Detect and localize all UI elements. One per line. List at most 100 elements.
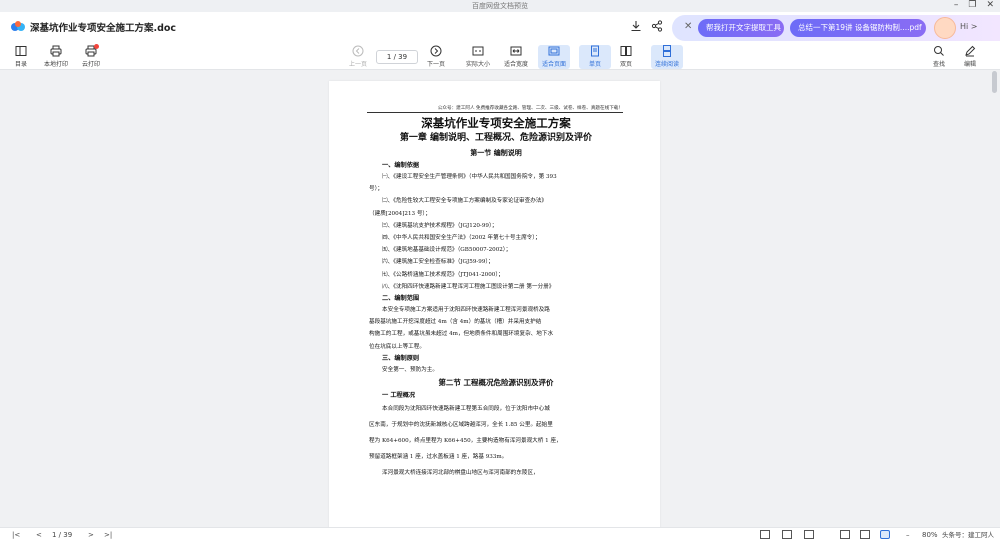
download-icon[interactable] — [630, 20, 642, 32]
paragraph-line: 浑河景观大桥连接浑河北部的棋盘山地区与浑河南部的东陵区， — [382, 470, 539, 477]
fit-width-label: 适合宽度 — [503, 61, 528, 68]
toc-button[interactable]: 目录 — [5, 45, 37, 69]
continuous-read-button[interactable]: 连续阅读 — [651, 45, 683, 69]
pencil-icon — [965, 45, 976, 57]
vertical-scrollbar[interactable] — [992, 71, 997, 93]
notification-dot — [94, 44, 99, 49]
double-page-icon — [620, 46, 632, 56]
document-viewport[interactable]: 公众号：建工阿人 免费推荐收藏各全路、管理、二次、三级、试卷、样卷、真题在线下载… — [0, 71, 1000, 527]
edit-label: 编辑 — [963, 61, 976, 68]
paragraph-line: 构施工的工程，或基坑虽未超过 4m，但地质条件和周围环境复杂、地下水 — [369, 331, 554, 338]
doc-main-title: 深基坑作业专项安全施工方案 — [421, 116, 571, 130]
single-page-button[interactable]: 单页 — [579, 45, 611, 69]
search-icon — [934, 46, 944, 56]
next-page-label: 下一页 — [426, 61, 445, 68]
double-view-icon[interactable] — [782, 530, 792, 539]
zoom-level: 80% — [922, 531, 938, 539]
ai-suggestion-summarize[interactable]: 总结一下第19讲 设备锯防构制....pdf — [790, 19, 926, 37]
prev-page-icon[interactable]: < — [36, 530, 42, 540]
edit-button[interactable]: 编辑 — [954, 45, 986, 69]
zoom-out-icon[interactable]: – — [906, 530, 910, 540]
baidu-netdisk-logo-icon — [11, 21, 25, 31]
paragraph-line: ㈧、《沈阳四环快速路新建工程浑河工程施工图设计第二册 第一分册》 — [382, 283, 555, 290]
restore-icon[interactable]: ❐ — [968, 0, 976, 12]
single-page-icon — [591, 45, 599, 57]
paragraph-line: 区东南，于规划中的沈抚新城核心区域跨越浑河，全长 1.85 公里。起始里 — [369, 422, 553, 429]
actual-view-icon[interactable] — [860, 530, 870, 539]
paragraph-line: 预留道路框架涵 1 座，过水盖板涵 1 座，路基 933m。 — [369, 454, 508, 461]
local-print-button[interactable]: 本地打印 — [40, 45, 72, 69]
sub-heading: 一 工程概况 — [382, 392, 416, 400]
chevron-right-icon — [430, 45, 442, 57]
page-header-note: 公众号：建工阿人 免费推荐收藏各全路、管理、二次、三级、试卷、样卷、真题在线下载… — [367, 105, 623, 113]
status-bar: |< < 1 / 39 > >| – 80% 头条号：建工阿人 — [0, 527, 1000, 541]
document-title: 深基坑作业专项安全施工方案.doc — [30, 23, 177, 34]
next-page-icon[interactable]: > — [88, 530, 94, 540]
document-page: 公众号：建工阿人 免费推荐收藏各全路、管理、二次、三级、试卷、样卷、真题在线下载… — [329, 81, 660, 527]
double-page-button[interactable]: 双页 — [610, 45, 642, 69]
share-icon[interactable] — [651, 20, 663, 32]
paragraph-line: 本安全专项施工方案适用于沈阳四环快速路新建工程浑河景观桥及路 — [382, 307, 550, 314]
ai-greeting[interactable]: Hi > — [960, 22, 977, 31]
first-page-icon[interactable]: |< — [12, 530, 20, 540]
title-row: 深基坑作业专项安全施工方案.doc ✕ 帮我打开文字提取工具 总结一下第19讲 … — [0, 12, 1000, 42]
sub-heading: 三、编制原则 — [382, 354, 420, 362]
ai-assistant-panel: ✕ 帮我打开文字提取工具 总结一下第19讲 设备锯防构制....pdf Hi > — [672, 15, 1000, 41]
paragraph-line: ㈤、《建筑地基基础设计规范》（GB50007-2002）； — [382, 247, 512, 254]
paragraph-line: （建质[2004]213 号）； — [369, 210, 431, 217]
document-body: 深基坑作业专项安全施工方案 第一章 编制说明、工程概况、危险源识别及评价 第一节… — [369, 115, 623, 481]
paragraph-line: ㈥、《建筑施工安全检查标准》（JGJ59-99）； — [382, 259, 494, 266]
toc-icon — [15, 46, 27, 56]
single-view-icon[interactable] — [760, 530, 770, 539]
toc-label: 目录 — [14, 61, 27, 68]
paragraph-line: ㈦、《公路桥涵施工技术规范》（JTJ041-2000）； — [382, 271, 504, 278]
page-number-input[interactable]: 1 / 39 — [376, 50, 418, 64]
fit-page-button[interactable]: 适合页面 — [538, 45, 570, 69]
fit-page-icon — [548, 46, 560, 56]
printer-icon — [50, 45, 62, 57]
cloud-print-button[interactable]: 云打印 — [75, 44, 107, 69]
actual-size-label: 实际大小 — [465, 61, 490, 68]
prev-page-label: 上一页 — [348, 61, 367, 68]
sub-heading: 一、编制依据 — [382, 162, 420, 169]
ai-suggestion-text-extract[interactable]: 帮我打开文字提取工具 — [698, 19, 784, 37]
window-controls: – ❐ ✕ — [954, 0, 994, 12]
close-window-icon[interactable]: ✕ — [986, 0, 994, 12]
double-page-label: 双页 — [619, 61, 632, 68]
next-page-button[interactable]: 下一页 — [420, 45, 452, 69]
window-caption: 百度网盘文档预览 – ❐ ✕ — [0, 0, 1000, 12]
window-caption-text: 百度网盘文档预览 — [472, 2, 528, 10]
status-page-indicator[interactable]: 1 / 39 — [52, 530, 72, 540]
ai-panel-close-icon[interactable]: ✕ — [684, 21, 692, 32]
last-page-icon[interactable]: >| — [104, 530, 112, 540]
find-label: 查找 — [932, 61, 945, 68]
cloud-print-label: 云打印 — [81, 61, 100, 68]
fit-page-label: 适合页面 — [541, 61, 566, 68]
paragraph-line: ㈡、《危险性较大工程安全专项施工方案编制及专家论证审查办法》 — [382, 198, 548, 205]
fit-width-icon — [510, 46, 522, 56]
actual-size-button[interactable]: 实际大小 — [462, 45, 494, 69]
minimize-icon[interactable]: – — [954, 0, 959, 12]
fit-width-button[interactable]: 适合宽度 — [500, 45, 532, 69]
find-button[interactable]: 查找 — [923, 45, 955, 69]
fit-page-view-icon[interactable] — [880, 530, 890, 539]
paragraph-line: ㈣、《中华人民共和国安全生产法》（2002 年第七十号主席令）； — [382, 235, 541, 242]
paragraph-line: 号）； — [369, 186, 383, 193]
toolbar: 目录 本地打印 云打印 上一页 1 / 39 下一页 实际大小 适合宽度 适合页… — [0, 42, 1000, 70]
local-print-label: 本地打印 — [43, 61, 68, 68]
paragraph-line: 程为 K64+600，终点里程为 K66+450，主要构造物有浑河景观大桥 1 … — [369, 438, 562, 445]
fit-width-view-icon[interactable] — [840, 530, 850, 539]
watermark-text: 头条号：建工阿人 — [942, 531, 994, 539]
chevron-left-icon — [352, 45, 364, 57]
section-heading: 第一节 编制说明 — [470, 148, 522, 157]
paragraph-line: 基段基坑施工开挖深度超过 4m（含 4m）的基坑（槽）并采用支护结 — [369, 319, 542, 326]
continuous-read-icon — [663, 45, 671, 57]
actual-size-icon — [472, 46, 484, 56]
prev-page-button[interactable]: 上一页 — [342, 45, 374, 69]
ai-avatar-icon[interactable] — [934, 17, 956, 39]
scroll-view-icon[interactable] — [804, 530, 814, 539]
paragraph-line: 位在坑底以上等工程。 — [369, 343, 425, 350]
paragraph-line: ㈢、《建筑基坑支护技术规程》（JGJ120-99）； — [382, 222, 498, 229]
sub-heading: 二、编制范围 — [382, 295, 420, 303]
chapter-heading: 第一章 编制说明、工程概况、危险源识别及评价 — [399, 133, 593, 143]
